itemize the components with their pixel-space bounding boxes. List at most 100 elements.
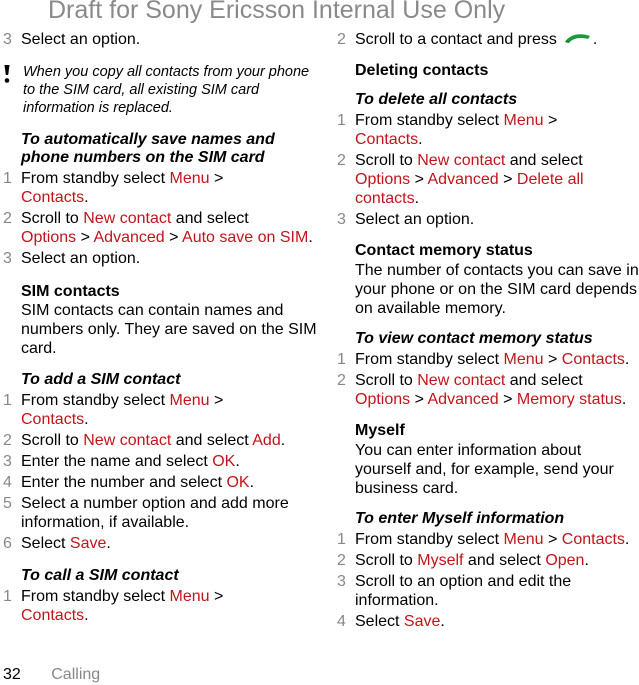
separator: > [543,531,562,549]
step-number: 1 [3,170,12,187]
step: 1 From standby select Menu > Contacts. [3,169,318,207]
step-number: 4 [337,613,346,631]
step-text: Enter the name and select [21,453,213,470]
step-number: 4 [3,474,12,491]
contacts-link: Contacts [561,531,625,549]
draft-watermark: Draft for Sony Ericsson Internal Use Onl… [48,0,506,24]
step-text: Enter the number and select [21,474,227,491]
warning-note: When you copy all contacts from your pho… [3,63,318,117]
options-link: Options [355,391,411,409]
step-text: From standby select [21,588,170,605]
step: 1 From standby select Menu > Contacts. [337,350,639,369]
separator: > [410,391,428,409]
step-text: Scroll to [355,552,418,570]
procedure-title: To call a SIM contact [21,567,179,584]
contacts-link: Contacts [355,131,419,149]
separator: > [410,171,428,189]
step: 4 Select Save. [337,612,639,631]
step-number: 2 [337,552,346,570]
step-text: and select [463,552,546,570]
menu-link: Menu [503,112,544,130]
step-text: Select an option. [21,250,141,267]
contacts-link: Contacts [21,607,85,624]
step: 2 Scroll to New contact and select Optio… [3,209,318,247]
step-text: Select [355,613,404,631]
procedure-title: To automatically save names and phone nu… [21,131,275,166]
step: 3 Enter the name and select OK. [3,452,318,471]
advanced-link: Advanced [93,229,165,246]
period: . [106,535,111,552]
step-text: From standby select [355,531,504,549]
new-contact-link: New contact [83,210,172,227]
step-text: From standby select [355,351,504,369]
step-text: Scroll to a contact and press [355,31,557,48]
step: 3 Select an option. [3,249,318,268]
options-link: Options [355,171,411,189]
step-text: Scroll to [355,152,418,170]
step-number: 2 [337,372,346,390]
step: 2 Scroll to New contact and select Add. [3,431,318,450]
page-number: 32 [3,666,21,683]
period: . [84,189,89,206]
step: 3 Select an option. [3,30,318,49]
memory-status-link: Memory status [516,391,622,409]
menu-link: Menu [503,351,544,369]
step-number: 1 [337,531,346,549]
step-text: From standby select [21,392,170,409]
section-body: The number of contacts you can save in y… [355,262,639,318]
auto-save-link: Auto save on SIM [182,229,309,246]
procedure-title: To enter Myself information [355,510,565,528]
warning-icon [3,65,11,90]
period: . [280,432,286,449]
save-link: Save [403,613,441,631]
section-body: SIM contacts can contain names and numbe… [21,302,317,357]
separator: > [209,392,224,409]
page-footer: 32 Calling [3,666,100,684]
step: 2 Scroll to New contact and select Optio… [337,151,639,208]
new-contact-link: New contact [417,152,506,170]
menu-link: Menu [169,392,210,409]
step-number: 5 [3,495,12,512]
period: . [584,552,589,570]
step-text: Select [21,535,70,552]
step-number: 2 [337,152,346,170]
separator: > [209,170,224,187]
section-heading: Contact memory status [355,242,533,260]
period: . [84,411,89,428]
section-heading: Deleting contacts [355,62,489,80]
step-number: 2 [337,31,346,48]
period: . [84,607,89,624]
period: . [592,31,598,48]
step-text: Scroll to [21,210,84,227]
step: 1 From standby select Menu > Contacts. [337,530,639,549]
separator: > [543,351,562,369]
step: 2 Scroll to a contact and press. [337,30,639,49]
step-number: 3 [3,31,12,48]
step: 4 Enter the number and select OK. [3,473,318,492]
separator: > [76,229,94,246]
separator: > [498,171,517,189]
step-number: 1 [337,351,346,369]
separator: > [543,112,558,130]
period: . [621,391,627,409]
ok-link: OK [226,474,250,491]
menu-link: Menu [503,531,544,549]
menu-link: Menu [169,588,210,605]
call-key-icon [563,30,593,49]
section-body: You can enter information about yourself… [355,442,614,498]
period: . [418,131,423,149]
separator: > [164,229,183,246]
step-text: and select [171,210,249,227]
step: 3 Select an option. [337,210,639,229]
section-heading: SIM contacts [21,283,120,300]
period: . [624,531,630,549]
step-number: 3 [337,211,346,229]
procedure-title: To add a SIM contact [21,371,181,388]
left-column: 3 Select an option. When you copy all co… [3,30,318,625]
step-text: From standby select [355,112,504,130]
step: 6 Select Save. [3,534,318,553]
open-link: Open [545,552,585,570]
step-text: From standby select [21,170,170,187]
procedure-title: To delete all contacts [355,91,518,109]
step-number: 3 [3,453,12,470]
